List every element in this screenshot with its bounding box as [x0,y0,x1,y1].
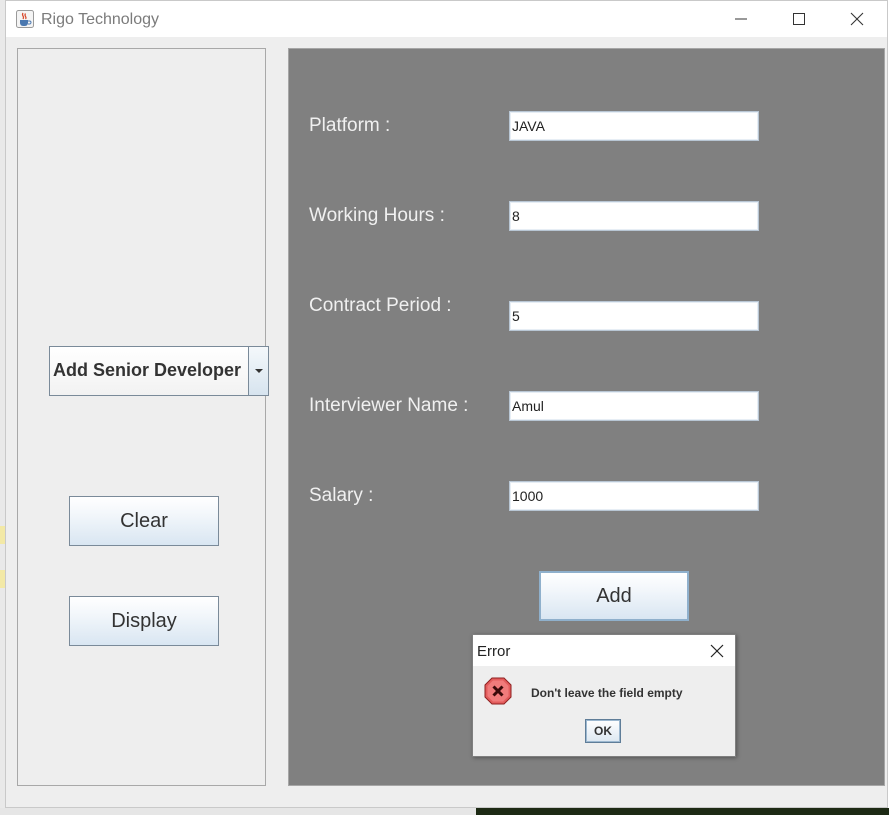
working-hours-label: Working Hours : [309,205,445,226]
chevron-down-icon [254,369,263,373]
left-panel: Add Senior Developer Clear Display [17,48,269,786]
window-title: Rigo Technology [41,11,160,28]
salary-label: Salary : [309,485,374,506]
desktop-background-bottom [0,808,889,815]
platform-input[interactable] [509,111,759,141]
maximize-icon [793,13,805,25]
ok-button[interactable]: OK [585,719,621,743]
dialog-message: Don't leave the field empty [531,686,683,700]
main-window: Rigo Technology Add Senior Developer Cle… [5,0,888,808]
interviewer-name-input[interactable] [509,391,759,421]
error-dialog: Error Don't leave the field empty OK [472,634,736,757]
contract-period-input[interactable] [509,301,759,331]
dialog-title-bar[interactable]: Error [473,635,735,666]
combo-arrow-button[interactable] [248,347,268,395]
interviewer-name-label: Interviewer Name : [309,395,469,416]
add-button[interactable]: Add [539,571,689,621]
display-button[interactable]: Display [69,596,219,646]
dialog-title: Error [477,643,511,660]
java-coffee-icon [16,10,34,28]
title-bar[interactable]: Rigo Technology [6,1,887,37]
close-icon [850,12,864,26]
platform-label: Platform : [309,115,391,136]
working-hours-input[interactable] [509,201,759,231]
close-button[interactable] [834,1,880,37]
desktop-wallpaper-edge [476,808,889,815]
minimize-button[interactable] [718,1,764,37]
developer-type-combo[interactable]: Add Senior Developer [49,346,269,396]
error-x-icon [484,677,512,705]
contract-period-label: Contract Period : [309,295,452,316]
maximize-button[interactable] [776,1,822,37]
minimize-icon [735,18,747,20]
clear-button[interactable]: Clear [69,496,219,546]
close-icon [710,644,724,658]
combo-selected-value: Add Senior Developer [53,360,242,380]
salary-input[interactable] [509,481,759,511]
dialog-close-button[interactable] [707,641,727,661]
